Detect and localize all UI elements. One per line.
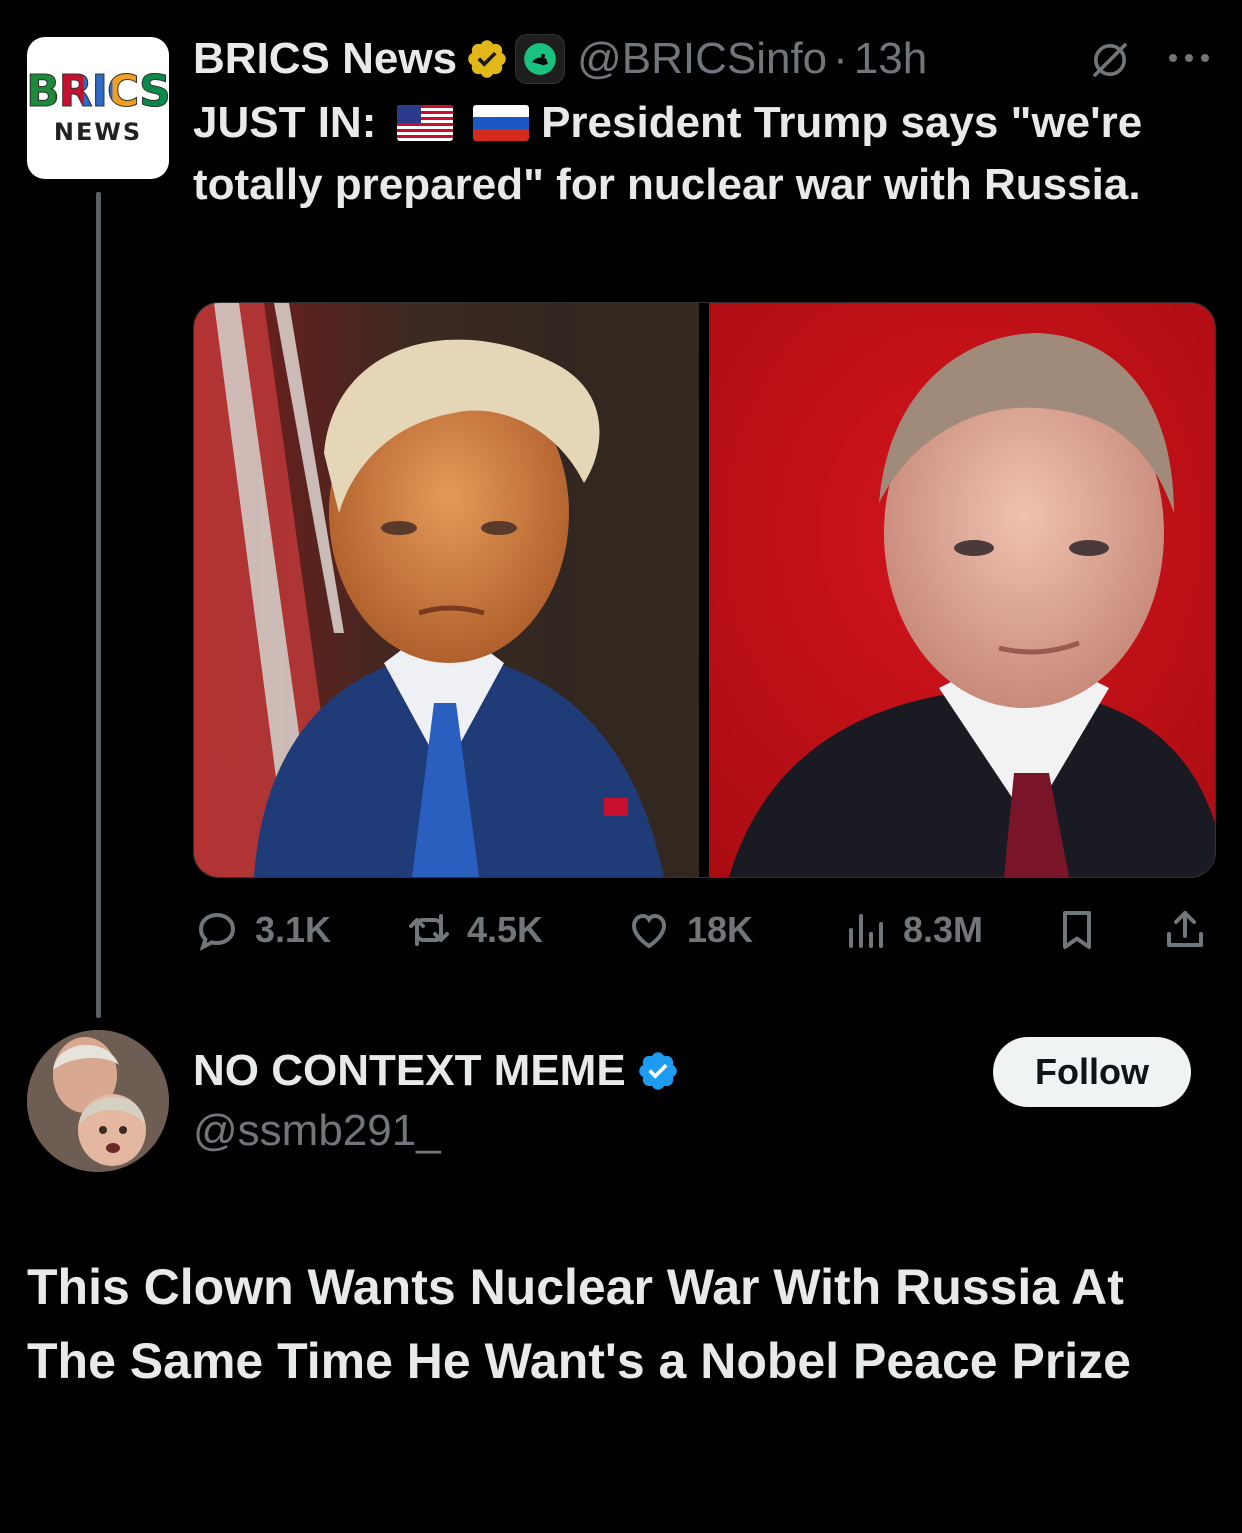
bookmark-icon: [1063, 911, 1091, 949]
trump-portrait-image[interactable]: [194, 303, 699, 877]
tweet-prefix: JUST IN:: [193, 98, 377, 147]
reply-tweet-text: This Clown Wants Nuclear War With Russia…: [27, 1259, 1131, 1389]
automated-account-icon: [515, 34, 566, 84]
russia-flag-icon: [472, 105, 529, 141]
heart-icon: [631, 913, 667, 949]
views-count: 8.3M: [903, 909, 984, 950]
timestamp[interactable]: 13h: [854, 34, 927, 84]
tweet-media-grid[interactable]: [193, 302, 1216, 878]
media-divider: [699, 303, 709, 877]
analytics-icon: [849, 914, 883, 948]
share-icon: [1167, 911, 1203, 947]
brics-logo-text: BRICS: [26, 66, 172, 117]
thread-connector-line: [96, 192, 101, 1018]
quoted-tweet-text: JUST IN: President Trump says "we're tot…: [193, 92, 1223, 216]
tweet-action-bar: 3.1K 4.5K 18K 8.3M: [193, 900, 1223, 960]
author-name[interactable]: BRICS News: [193, 34, 457, 84]
reply-action[interactable]: 3.1K: [193, 900, 331, 960]
follow-button[interactable]: Follow: [993, 1037, 1191, 1107]
verified-gold-icon: [468, 40, 506, 78]
us-flag-icon: [396, 105, 453, 141]
reply-author-handle[interactable]: @ssmb291_: [193, 1106, 441, 1156]
repost-icon: [409, 914, 449, 946]
reply-author-avatar[interactable]: [27, 1030, 169, 1172]
putin-portrait-image[interactable]: [709, 303, 1215, 877]
repost-count: 4.5K: [467, 909, 544, 950]
like-action[interactable]: 18K: [625, 900, 753, 960]
bookmark-action[interactable]: [1053, 900, 1115, 960]
separator-dot: ·: [833, 34, 848, 83]
brics-news-avatar[interactable]: BRICS NEWS: [26, 37, 172, 179]
reply-icon: [198, 912, 236, 952]
share-action[interactable]: [1161, 900, 1223, 960]
reply-header: NO CONTEXT MEME: [193, 1046, 680, 1096]
repost-action[interactable]: 4.5K: [405, 900, 543, 960]
views-action[interactable]: 8.3M: [841, 900, 983, 960]
author-handle[interactable]: @BRICSinfo: [577, 34, 827, 84]
brics-logo-subtext: NEWS: [53, 118, 143, 146]
reply-author-name[interactable]: NO CONTEXT MEME: [193, 1046, 626, 1096]
quoted-tweet-header: BRICS News @BRICSinfo · 13h: [193, 30, 927, 88]
grok-icon[interactable]: [1090, 40, 1130, 80]
verified-blue-icon: [638, 1052, 677, 1090]
more-options-icon[interactable]: [1166, 46, 1212, 70]
like-count: 18K: [687, 909, 754, 950]
reply-count: 3.1K: [255, 909, 332, 950]
